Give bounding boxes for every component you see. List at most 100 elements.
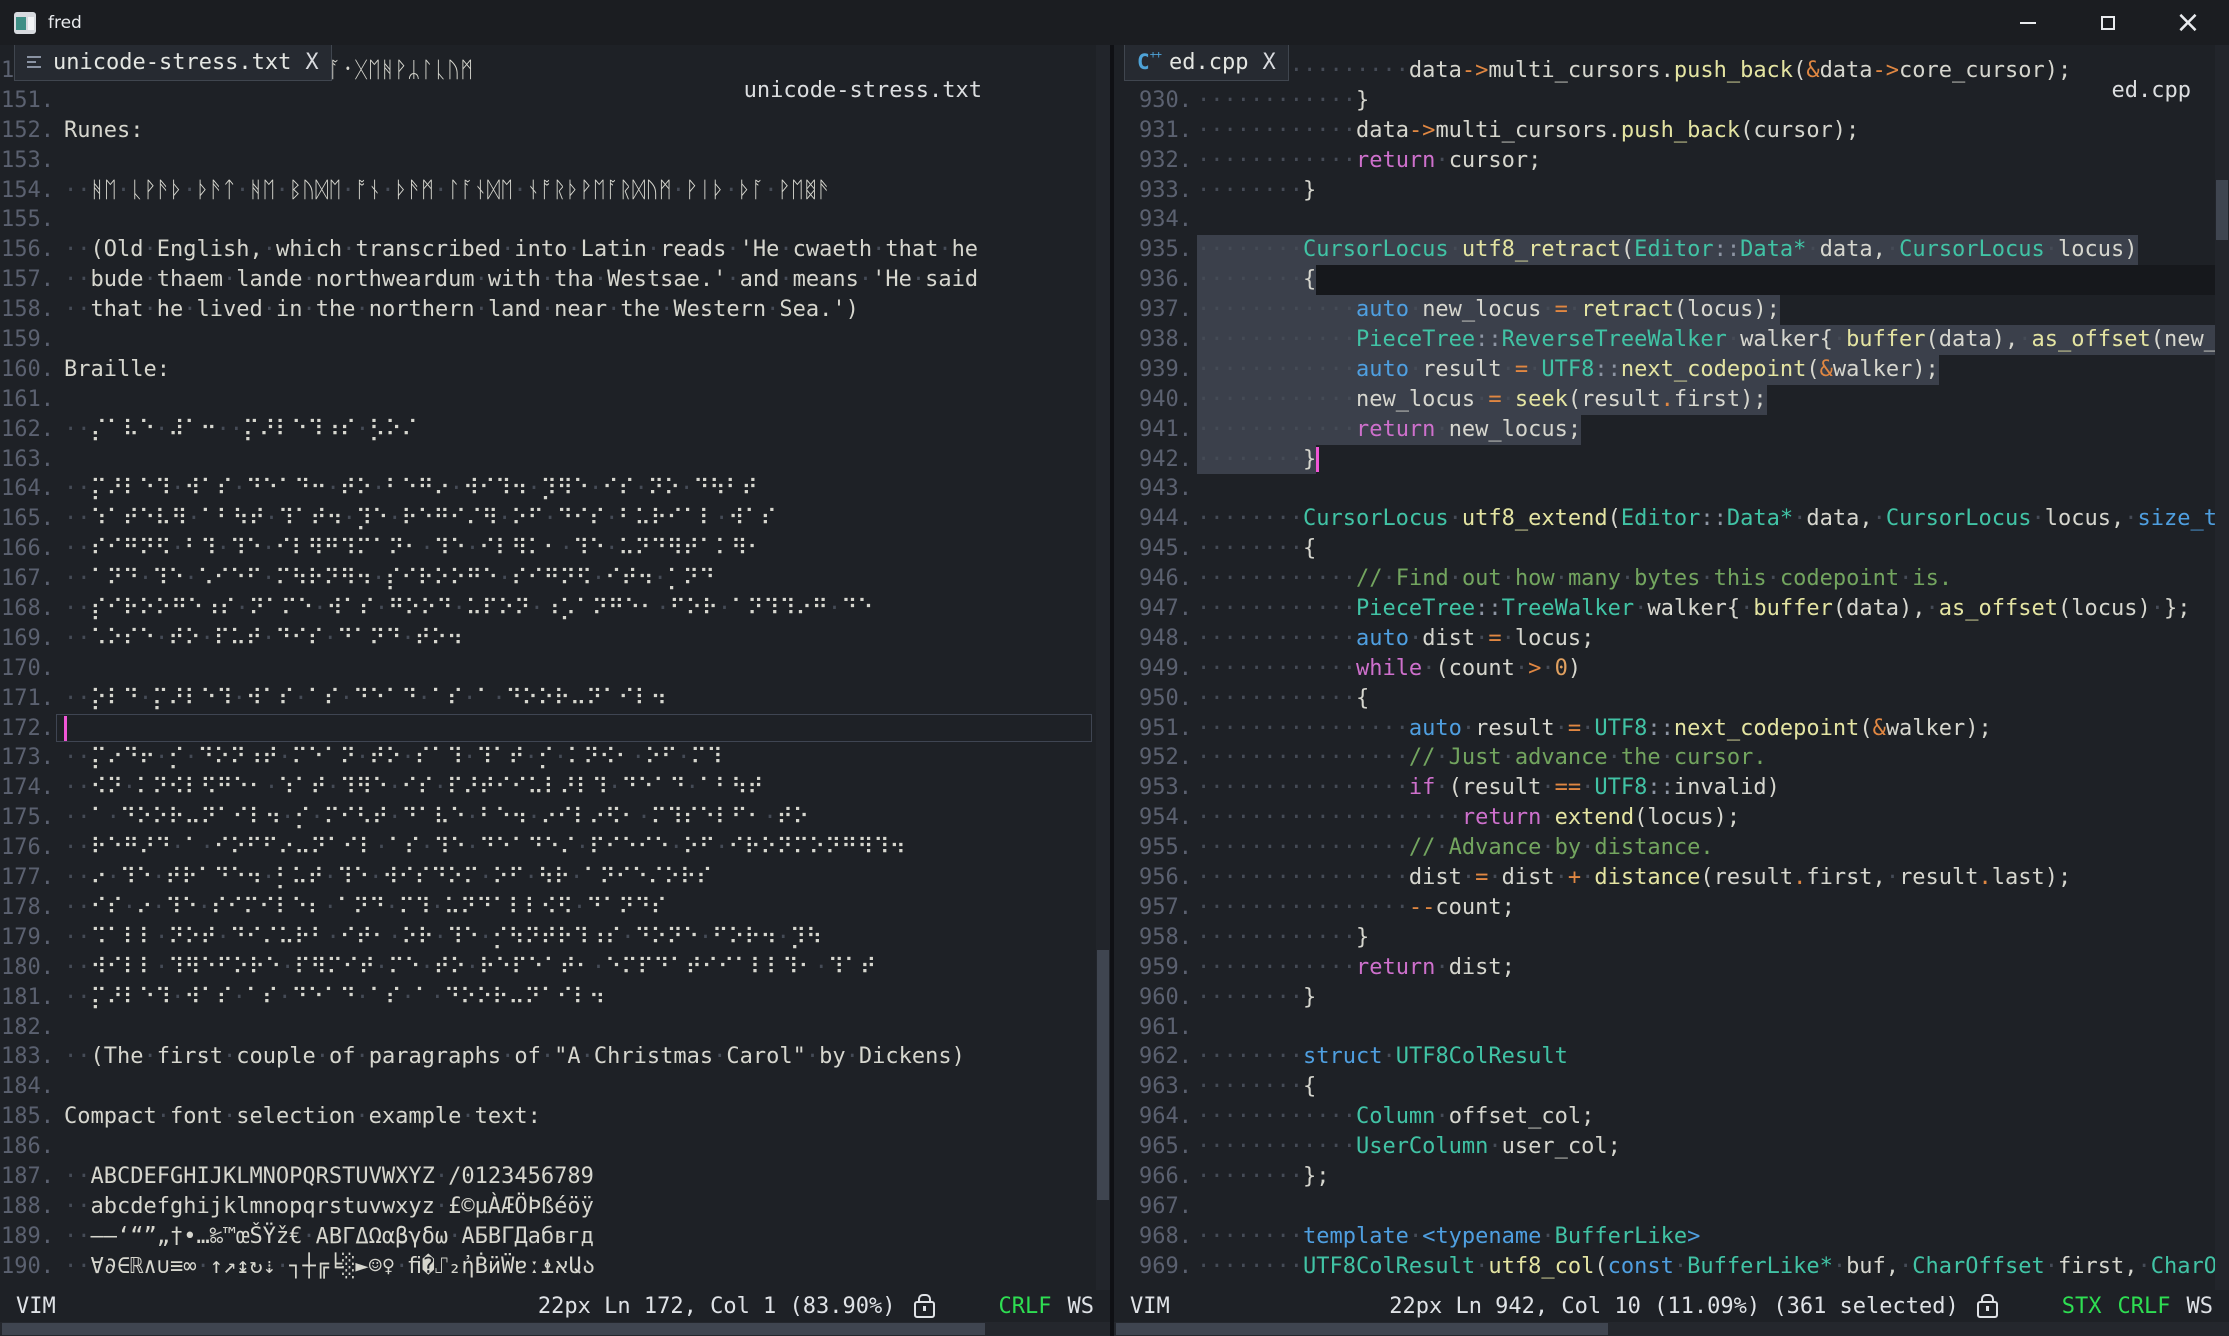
code-line[interactable]: 176.··⠗⠑⠛⠜⠙·⠁·⠊⠕⠋⠋⠔⠤⠝⠁⠊⠇·⠁⠎·⠹⠑·⠙⠑⠁⠙⠑⠌·⠏⠊… (0, 833, 1096, 863)
code-line[interactable]: 935.········CursorLocus·utf8_retract(Edi… (1114, 235, 2215, 265)
vertical-scrollbar[interactable] (2215, 45, 2229, 1322)
code-line[interactable]: 157.··bude·thaem·lande·northweardum·with… (0, 265, 1096, 295)
code-line[interactable]: 165.··⠱⠁⠞⠑⠧⠻·⠁⠃⠳⠞·⠹⠁⠞⠲·⡹⠑·⠗⠑⠛⠊⠌⠻·⠕⠋·⠙⠊⠎·… (0, 504, 1096, 534)
code-line[interactable]: 178.··⠊⠎·⠔·⠹⠑·⠎⠊⠍⠊⠇⠑⠆·⠁⠝⠙·⠍⠹·⠥⠝⠙⠁⠇⠇⠪⠫·⠙⠁… (0, 893, 1096, 923)
code-line[interactable]: 159. (0, 325, 1096, 355)
code-line[interactable]: 965.············UserColumn·user_col; (1114, 1132, 2215, 1162)
code-line[interactable]: 174.··⠪⠝·⠅⠝⠪⠇⠫⠛⠑⠂·⠱⠁⠞·⠹⠻⠑·⠊⠎·⠏⠜⠞⠊⠊⠥⠇⠜⠇⠹·… (0, 773, 1096, 803)
code-line[interactable]: 166.··⠎⠊⠛⠝⠫·⠃⠹·⠹⠑·⠊⠇⠻⠛⠹⠍⠁⠝⠂·⠹⠑·⠊⠇⠻⠅⠂·⠹⠑·… (0, 534, 1096, 564)
code-line[interactable]: 952.················//·Just·advance·the·… (1114, 743, 2215, 773)
code-line[interactable]: 939.············auto·result·=·UTF8::next… (1114, 355, 2215, 385)
code-line[interactable]: 933.········} (1114, 176, 2215, 206)
code-line[interactable]: 941.············return·new_locus; (1114, 415, 2215, 445)
code-line[interactable]: 950.············{ (1114, 684, 2215, 714)
code-line[interactable]: 953.················if·(result·==·UTF8::… (1114, 773, 2215, 803)
code-line[interactable]: 942.········} (1114, 445, 2215, 475)
code-line[interactable]: 931.············data->multi_cursors.push… (1114, 116, 2215, 146)
code-line[interactable]: 153. (0, 146, 1096, 176)
code-line[interactable]: 938.············PieceTree::ReverseTreeWa… (1114, 325, 2215, 355)
code-line[interactable]: 967. (1114, 1192, 2215, 1222)
code-line[interactable]: 175.··⠁·⠙⠕⠕⠗⠤⠝⠁⠊⠇⠲·⡊·⠍⠊⠣⠞·⠙⠁⠧⠑·⠃⠑⠲·⠔⠊⠇⠔⠫… (0, 803, 1096, 833)
code-line[interactable]: 964.············Column·offset_col; (1114, 1102, 2215, 1132)
scrollbar-thumb[interactable] (1097, 950, 1109, 1200)
whitespace-dots: · (554, 745, 567, 770)
code-line[interactable]: 944.········CursorLocus·utf8_extend(Edit… (1114, 504, 2215, 534)
code-text: ··ABCDEFGHIJKLMNOPQRSTUVWXYZ·/0123456789 (64, 1162, 594, 1192)
code-line[interactable]: 955.················//·Advance·by·distan… (1114, 833, 2215, 863)
code-line[interactable]: 945.········{ (1114, 534, 2215, 564)
code-line[interactable]: 188.··abcdefghijklmnopqrstuvwxyz·£©µÀÆÖÞ… (0, 1192, 1096, 1222)
code-line[interactable]: 959.············return·dist; (1114, 953, 2215, 983)
code-line[interactable]: 155. (0, 205, 1096, 235)
code-line[interactable]: 179.··⠩⠁⠇⠇·⠝⠕⠞·⠙⠊⠌⠥⠗⠃·⠊⠞⠂·⠕⠗·⠹⠑·⡊⠳⠝⠞⠗⠹⠰⠎… (0, 923, 1096, 953)
close-button[interactable]: × (2173, 8, 2203, 38)
code-line[interactable]: 930.············} (1114, 86, 2215, 116)
code-line[interactable]: 966.········}; (1114, 1162, 2215, 1192)
code-line[interactable]: 185.Compact·font·selection·example·text: (0, 1102, 1096, 1132)
code-line[interactable]: 181.··⡍⠜⠇⠑⠹·⠺⠁⠎·⠁⠎·⠙⠑⠁⠙·⠁⠎·⠁·⠙⠕⠕⠗⠤⠝⠁⠊⠇⠲ (0, 983, 1096, 1013)
code-line[interactable]: 177.··⠔·⠹⠑·⠞⠗⠁⠙⠑⠲·⡃⠥⠞·⠹⠑·⠺⠊⠎⠙⠕⠍·⠕⠋·⠳⠗·⠁⠝… (0, 863, 1096, 893)
code-line[interactable]: 963.········{ (1114, 1072, 2215, 1102)
code-line[interactable]: 961. (1114, 1013, 2215, 1043)
code-line[interactable]: 160.Braille: (0, 355, 1096, 385)
scrollbar-thumb[interactable] (2216, 180, 2228, 240)
code-line[interactable]: 189.··–—‘“”„†•…‰™œŠŸž€·ΑΒΓΔΩαβγδω·АБВГДа… (0, 1222, 1096, 1252)
code-line[interactable]: 172. (0, 714, 1096, 744)
code-line[interactable]: 957.················--count; (1114, 893, 2215, 923)
tab-close-icon[interactable]: X (305, 50, 318, 75)
vertical-scrollbar[interactable] (1096, 45, 1110, 1322)
code-line[interactable]: 190.··∀∂∈ℝ∧∪≡∞·↑↗↨↻⇣·┐┼╔╘░►☺♀·ﬁ�⑀₂ἠḂӥẄɐː… (0, 1252, 1096, 1282)
whitespace-dots: · (466, 835, 479, 860)
code-line[interactable]: 956.················dist·=·dist·+·distan… (1114, 863, 2215, 893)
code-line[interactable]: 954.····················return·extend(lo… (1114, 803, 2215, 833)
code-line[interactable]: 969.········UTF8ColResult·utf8_col(const… (1114, 1252, 2215, 1282)
code-line[interactable]: 949.············while·(count·>·0) (1114, 654, 2215, 684)
code-line[interactable]: 180.··⠺⠊⠇⠇·⠹⠻⠑⠋⠕⠗⠑·⠏⠻⠍⠊⠞·⠍⠑·⠞⠕·⠗⠑⠏⠑⠁⠞⠂·⠑… (0, 953, 1096, 983)
code-line[interactable]: 164.··⡍⠜⠇⠑⠹·⠺⠁⠎·⠙⠑⠁⠙⠒·⠞⠕·⠃⠑⠛⠔·⠺⠊⠹⠲·⡹⠻⠑·⠊… (0, 474, 1096, 504)
code-line[interactable]: 951.················auto·result·=·UTF8::… (1114, 714, 2215, 744)
code-line[interactable]: 943. (1114, 474, 2215, 504)
code-line[interactable]: 154.··ᚻᛖ·ᚳᚹᚫᚦ·ᚦᚫᛏ·ᚻᛖ·ᛒᚢᛞᛖ·ᚩᚾ·ᚦᚫᛗ·ᛚᚪᚾᛞᛖ·ᚾ… (0, 176, 1096, 206)
code-line[interactable]: 186. (0, 1132, 1096, 1162)
whitespace-dots: ·· (64, 566, 91, 591)
code-line[interactable]: 173.··⡍⠔⠙⠖·⡊·⠙⠕⠝⠰⠞·⠍⠑⠁⠝·⠞⠕·⠎⠁⠹·⠹⠁⠞·⡊·⠅⠝⠪… (0, 743, 1096, 773)
code-line[interactable]: 947.············PieceTree::TreeWalker·wa… (1114, 594, 2215, 624)
code-line[interactable]: 161. (0, 385, 1096, 415)
code-line[interactable]: 946.············//·Find·out·how·many·byt… (1114, 564, 2215, 594)
code-line[interactable]: 182. (0, 1013, 1096, 1043)
maximize-button[interactable] (2093, 8, 2123, 38)
whitespace-dots: · (434, 178, 447, 203)
code-line[interactable]: 158.··that·he·lived·in·the·northern·land… (0, 295, 1096, 325)
minimize-button[interactable] (2013, 8, 2043, 38)
code-line[interactable]: 163. (0, 445, 1096, 475)
tab-ed-cpp[interactable]: C++ ed.cpp X (1124, 45, 1289, 81)
tab-close-icon[interactable]: X (1262, 50, 1275, 75)
code-line[interactable]: 167.··⠁⠝⠙·⠹⠑·⠡⠊⠑⠋·⠍⠳⠗⠝⠻⠲·⡎⠊⠗⠕⠕⠛⠑·⠎⠊⠛⠝⠫·⠊… (0, 564, 1096, 594)
code-line[interactable]: 948.············auto·dist·=·locus; (1114, 624, 2215, 654)
scrollbar-thumb[interactable] (2, 1323, 985, 1335)
code-line[interactable]: 932.············return·cursor; (1114, 146, 2215, 176)
code-line[interactable]: 937.············auto·new_locus·=·retract… (1114, 295, 2215, 325)
code-line[interactable]: 162.··⡌⠁⠧⠑·⠼⠁⠒··⡍⠜⠇⠑⠹⠰⠎·⡣⠕⠌ (0, 415, 1096, 445)
scrollbar-thumb[interactable] (1116, 1323, 1608, 1335)
code-line[interactable]: 184. (0, 1072, 1096, 1102)
code-line[interactable]: 170. (0, 654, 1096, 684)
code-line[interactable]: 168.··⡎⠊⠗⠕⠕⠛⠑⠰⠎·⠝⠁⠍⠑·⠺⠁⠎·⠛⠕⠕⠙·⠥⠏⠕⠝·⠰⡡⠁⠝⠛… (0, 594, 1096, 624)
code-line[interactable]: 936.········{ (1114, 265, 2215, 295)
code-line[interactable]: 962.········struct·UTF8ColResult (1114, 1042, 2215, 1072)
horizontal-scrollbar[interactable] (1114, 1322, 2229, 1336)
code-line[interactable]: 187.··ABCDEFGHIJKLMNOPQRSTUVWXYZ·/012345… (0, 1162, 1096, 1192)
code-line[interactable]: 958.············} (1114, 923, 2215, 953)
code-line[interactable]: 171.··⡕⠇⠙·⡍⠜⠇⠑⠹·⠺⠁⠎·⠁⠎·⠙⠑⠁⠙·⠁⠎·⠁·⠙⠕⠕⠗⠤⠝⠁… (0, 684, 1096, 714)
horizontal-scrollbar[interactable] (0, 1322, 1110, 1336)
code-line[interactable]: 940.············new_locus·=·seek(result.… (1114, 385, 2215, 415)
tab-unicode-stress[interactable]: unicode-stress.txt X (14, 45, 332, 81)
whitespace-dots: ·· (64, 297, 91, 322)
code-line[interactable]: 934. (1114, 205, 2215, 235)
code-line[interactable]: 183.··(The·first·couple·of·paragraphs·of… (0, 1042, 1096, 1072)
code-line[interactable]: 960.········} (1114, 983, 2215, 1013)
code-line[interactable]: 169.··⠡⠕⠎⠑·⠞⠕·⠏⠥⠞·⠙⠊⠎·⠙⠁⠝⠙·⠞⠕⠲ (0, 624, 1096, 654)
code-line[interactable]: 152.Runes: (0, 116, 1096, 146)
code-line[interactable]: 156.··(Old·English,·which·transcribed·in… (0, 235, 1096, 265)
code-line[interactable]: 968.········template·<typename·BufferLik… (1114, 1222, 2215, 1252)
